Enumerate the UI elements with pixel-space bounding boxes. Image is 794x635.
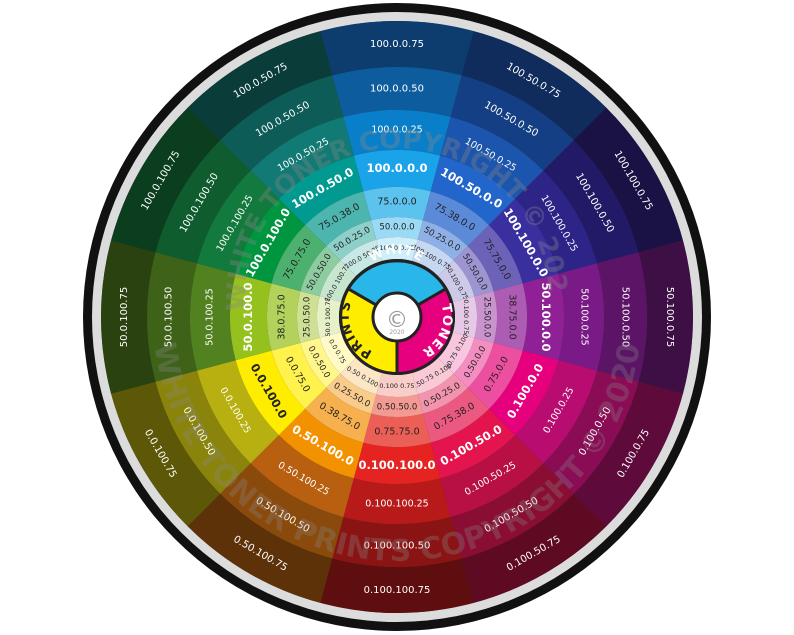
wheel-label-cyan-ring-5: 50.0.0.0: [379, 223, 414, 233]
color-wheel: 100.0.0.75100.0.0.50100.0.0.25100.0.0.07…: [0, 0, 711, 631]
wheel-label-red-ring-0: 0.100.100.75: [364, 585, 431, 596]
wheel-label-cyan-ring-1: 100.0.0.50: [370, 84, 424, 95]
wheel-label-violet-ring-4: 38.75.0.0: [507, 294, 518, 339]
wheel-label-chartreuse-ring-4: 38.0.75.0: [277, 294, 288, 339]
wheel-label-red-ring-4: 0.75.75.0: [374, 427, 419, 438]
wheel-label-chartreuse-ring-5: 25.0.50.0: [303, 297, 313, 338]
wheel-label-violet-ring-6: 0.100 0.75: [462, 299, 470, 334]
wheel-label-cyan-ring-3: 100.0.0.0: [366, 161, 427, 175]
wheel-label-chartreuse-ring-1: 50.0.100.50: [164, 287, 175, 347]
wheel-label-cyan-ring-0: 100.0.0.75: [370, 39, 424, 50]
wheel-label-red-ring-5: 0.50.50.0: [377, 403, 418, 413]
wheel-label-cyan-ring-4: 75.0.0.0: [377, 197, 416, 208]
wheel-label-red-ring-2: 0.100.100.25: [365, 499, 428, 510]
wheel-label-red-ring-6: 0.100 0.75: [379, 382, 414, 390]
wheel-label-violet-ring-1: 50.100.0.50: [620, 287, 631, 347]
wheel-label-violet-ring-2: 50.100.0.25: [579, 288, 590, 345]
hub-year: 2020: [389, 329, 404, 336]
wheel-label-chartreuse-ring-2: 50.0.100.25: [205, 288, 216, 345]
wheel-label-violet-ring-0: 50.100.0.75: [664, 287, 675, 347]
wheel-label-red-ring-3: 0.100.100.0: [358, 458, 435, 472]
wheel-label-chartreuse-ring-0: 50.0.100.75: [119, 287, 130, 347]
wheel-label-violet-ring-5: 25.50.0.0: [482, 297, 492, 338]
